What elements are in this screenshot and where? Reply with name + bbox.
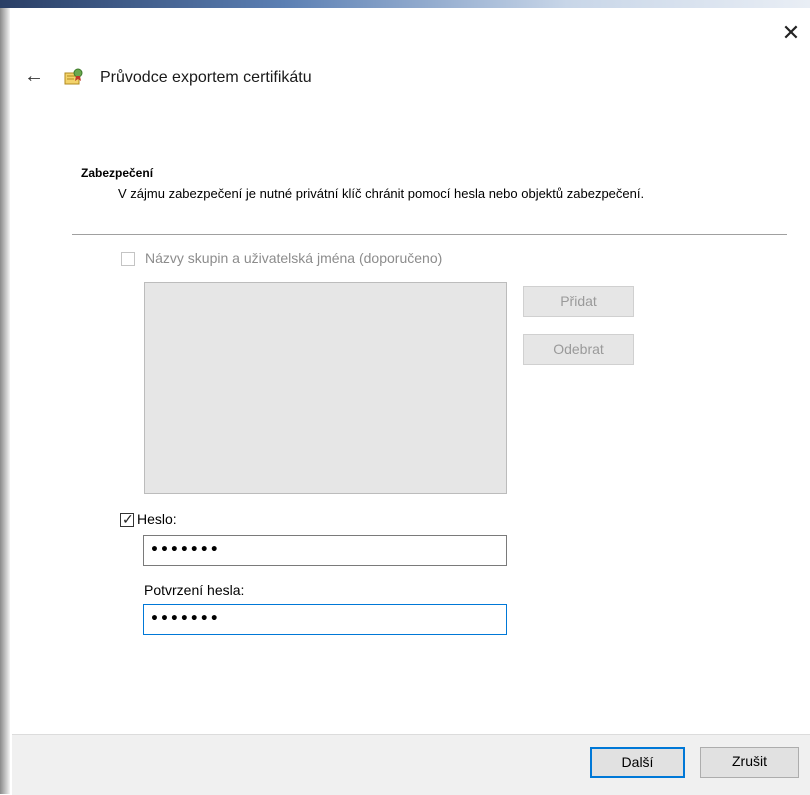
close-icon[interactable]: ✕: [778, 20, 804, 46]
remove-button[interactable]: Odebrat: [523, 334, 634, 365]
section-heading: Zabezpečení: [81, 166, 154, 180]
window-top-edge: [0, 0, 810, 8]
cancel-button[interactable]: Zrušit: [700, 747, 799, 778]
window-left-edge: [0, 0, 10, 794]
groups-listbox[interactable]: [144, 282, 507, 494]
confirm-password-label: Potvrzení hesla:: [144, 582, 245, 598]
divider: [72, 234, 787, 235]
footer-bar: [12, 734, 810, 795]
password-input[interactable]: •••••••: [143, 535, 507, 566]
next-button[interactable]: Další: [590, 747, 685, 778]
add-button[interactable]: Přidat: [523, 286, 634, 317]
wizard-title: Průvodce exportem certifikátu: [100, 69, 312, 86]
certificate-wizard-icon: [63, 67, 85, 87]
password-checkbox-label: Heslo:: [137, 511, 177, 527]
groups-checkbox-label: Názvy skupin a uživatelská jména (doporu…: [145, 250, 443, 266]
back-arrow-icon[interactable]: ←: [24, 66, 44, 86]
password-checkbox[interactable]: ✓: [120, 511, 134, 527]
groups-checkbox[interactable]: [121, 252, 135, 266]
confirm-password-input[interactable]: •••••••: [143, 604, 507, 635]
checkmark-icon: ✓: [122, 511, 134, 527]
section-description: V zájmu zabezpečení je nutné privátní kl…: [118, 186, 645, 201]
